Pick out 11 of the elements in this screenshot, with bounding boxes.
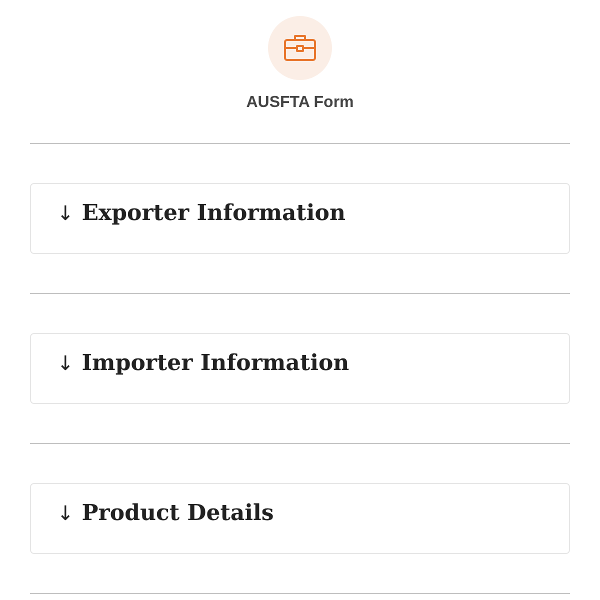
section-title: Importer Information [82,349,350,378]
down-arrow-icon: ↓ [57,198,74,228]
section-title: Exporter Information [82,199,346,228]
form-title: AUSFTA Form [246,93,354,113]
down-arrow-icon: ↓ [57,348,74,378]
down-arrow-icon: ↓ [57,498,74,528]
section-header[interactable]: ↓ Importer Information [30,333,570,404]
briefcase-icon [268,16,332,80]
section-header[interactable]: ↓ Exporter Information [30,183,570,254]
section-title: Product Details [82,499,274,528]
section-header[interactable]: ↓ Product Details [30,483,570,554]
